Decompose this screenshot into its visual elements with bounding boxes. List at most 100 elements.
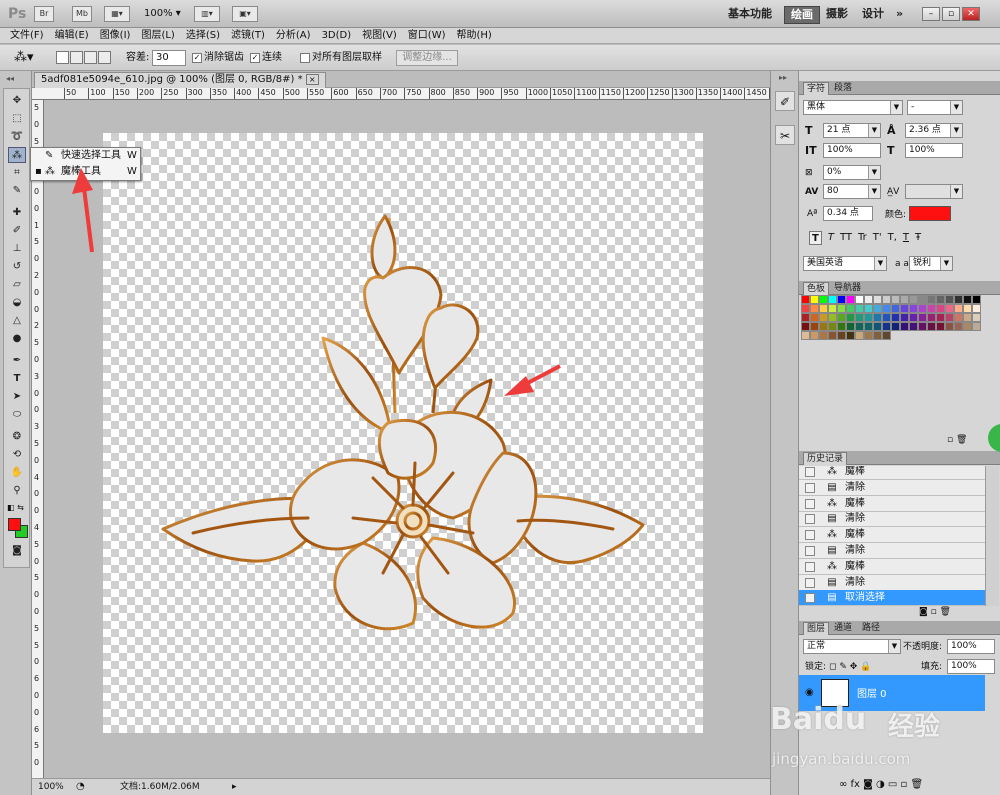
kerning-input[interactable]: 0% ▼ — [823, 165, 881, 180]
underline-button[interactable]: T — [903, 231, 909, 245]
menu-filter[interactable]: 滤镜(T) — [231, 28, 265, 43]
brush-presets-icon[interactable]: ✐ — [775, 91, 795, 111]
healing-brush-icon[interactable]: ✚ — [8, 205, 26, 221]
ellipse-tool-icon[interactable]: ⬭ — [8, 407, 26, 423]
color-swatch[interactable] — [855, 313, 864, 322]
color-swatch[interactable] — [927, 313, 936, 322]
color-swatch[interactable] — [945, 295, 954, 304]
color-swatch[interactable] — [927, 304, 936, 313]
default-colors-icon[interactable]: ◧ ⇆ — [7, 503, 24, 512]
history-item[interactable]: ⁂ 魔棒 — [799, 466, 985, 480]
color-swatch[interactable] — [954, 313, 963, 322]
color-swatch[interactable] — [864, 295, 873, 304]
history-snapshot-checkbox[interactable] — [805, 593, 815, 604]
color-swatch[interactable] — [927, 295, 936, 304]
workspace-painting[interactable]: 绘画 — [784, 6, 820, 24]
color-swatch[interactable] — [954, 295, 963, 304]
color-swatch[interactable] — [936, 322, 945, 331]
color-swatch[interactable] — [846, 331, 855, 340]
color-swatch[interactable] — [927, 322, 936, 331]
new-selection-icon[interactable] — [56, 51, 69, 64]
history-item[interactable]: ▤ 清除 — [799, 543, 985, 559]
color-swatch[interactable] — [810, 304, 819, 313]
all-caps-button[interactable]: TT — [840, 231, 852, 245]
toolbox-collapse-icon[interactable]: ◂◂ — [6, 74, 14, 83]
color-swatch[interactable] — [945, 304, 954, 313]
history-snapshot-checkbox[interactable] — [805, 577, 815, 588]
tab-layers[interactable]: 图层 — [803, 622, 830, 635]
color-swatch[interactable] — [801, 331, 810, 340]
history-item[interactable]: ⁂ 魔棒 — [799, 559, 985, 575]
faux-italic-button[interactable]: T — [828, 231, 834, 245]
history-item[interactable]: ▤ 清除 — [799, 480, 985, 496]
workspace-photography[interactable]: 摄影 — [826, 6, 848, 22]
text-color-swatch[interactable] — [909, 206, 951, 221]
color-swatch[interactable] — [864, 322, 873, 331]
color-swatch[interactable] — [900, 295, 909, 304]
strikethrough-button[interactable]: Ŧ — [915, 231, 921, 245]
color-swatch[interactable] — [882, 331, 891, 340]
color-swatch[interactable] — [855, 304, 864, 313]
new-swatch-icon[interactable]: ▫ 🗑 — [947, 435, 967, 445]
color-swatch[interactable] — [963, 322, 972, 331]
subtract-selection-icon[interactable] — [84, 51, 97, 64]
color-swatch[interactable] — [819, 331, 828, 340]
color-swatch[interactable] — [972, 304, 981, 313]
eyedropper-tool-icon[interactable]: ✎ — [8, 183, 26, 199]
font-size-input[interactable]: 21 点 ▼ — [823, 123, 881, 138]
color-swatch[interactable] — [972, 313, 981, 322]
quick-mask-icon[interactable]: ◙ — [8, 543, 26, 559]
menu-file[interactable]: 文件(F) — [10, 28, 44, 43]
document-tab[interactable]: 5adf081e5094e_610.jpg @ 100% (图层 0, RGB/… — [34, 72, 326, 88]
history-item[interactable]: ▤ 清除 — [799, 575, 985, 591]
color-swatch[interactable] — [819, 313, 828, 322]
color-swatch[interactable] — [810, 295, 819, 304]
color-swatch[interactable] — [882, 313, 891, 322]
color-swatch[interactable] — [873, 313, 882, 322]
tool-preset-picker-icon[interactable]: ⁂▾ — [14, 49, 42, 67]
arrange-documents-icon[interactable]: ▥▾ — [194, 6, 220, 22]
color-swatch[interactable] — [846, 304, 855, 313]
blur-tool-icon[interactable]: △ — [8, 313, 26, 329]
color-swatch[interactable] — [810, 331, 819, 340]
color-swatch[interactable] — [918, 304, 927, 313]
paint-bucket-icon[interactable]: ◒ — [8, 295, 26, 311]
color-swatch[interactable] — [963, 295, 972, 304]
contiguous-checkbox[interactable]: ✓ — [250, 53, 260, 63]
color-swatch[interactable] — [954, 304, 963, 313]
color-swatch[interactable] — [819, 322, 828, 331]
color-swatch[interactable] — [972, 295, 981, 304]
tab-paths[interactable]: 路径 — [859, 622, 883, 635]
color-swatch[interactable] — [882, 304, 891, 313]
restore-icon[interactable]: ▫ — [942, 7, 960, 21]
tab-channels[interactable]: 通道 — [831, 622, 855, 635]
color-swatch[interactable] — [972, 322, 981, 331]
color-swatch[interactable] — [954, 322, 963, 331]
tracking-alt-select[interactable]: ▼ — [905, 184, 963, 199]
clone-stamp-icon[interactable]: ⊥ — [8, 241, 26, 257]
color-swatch[interactable] — [801, 313, 810, 322]
marquee-tool-icon[interactable]: ⬚ — [8, 111, 26, 127]
color-swatch[interactable] — [900, 313, 909, 322]
color-swatch[interactable] — [819, 295, 828, 304]
color-swatch[interactable] — [873, 295, 882, 304]
refine-edge-button[interactable]: 调整边缘... — [396, 50, 458, 66]
history-snapshot-checkbox[interactable] — [805, 561, 815, 572]
history-item[interactable]: ▤ 取消选择 — [799, 590, 985, 606]
color-swatch[interactable] — [936, 313, 945, 322]
history-item[interactable]: ▤ 清除 — [799, 511, 985, 528]
language-select[interactable]: 美国英语 ▼ — [803, 256, 887, 271]
color-swatch[interactable] — [837, 304, 846, 313]
color-swatch[interactable] — [837, 313, 846, 322]
fill-input[interactable]: 100% — [947, 659, 995, 674]
sample-all-layers-checkbox[interactable] — [300, 53, 310, 63]
pen-tool-icon[interactable]: ✒ — [8, 353, 26, 369]
status-zoom[interactable]: 100% — [38, 779, 64, 795]
dodge-tool-icon[interactable]: ● — [8, 331, 26, 347]
color-swatch[interactable] — [918, 313, 927, 322]
color-swatch[interactable] — [855, 295, 864, 304]
horizontal-scale-input[interactable]: 100% — [905, 143, 963, 158]
color-swatch[interactable] — [900, 322, 909, 331]
tab-history[interactable]: 历史记录 — [803, 452, 848, 465]
color-swatch[interactable] — [909, 322, 918, 331]
